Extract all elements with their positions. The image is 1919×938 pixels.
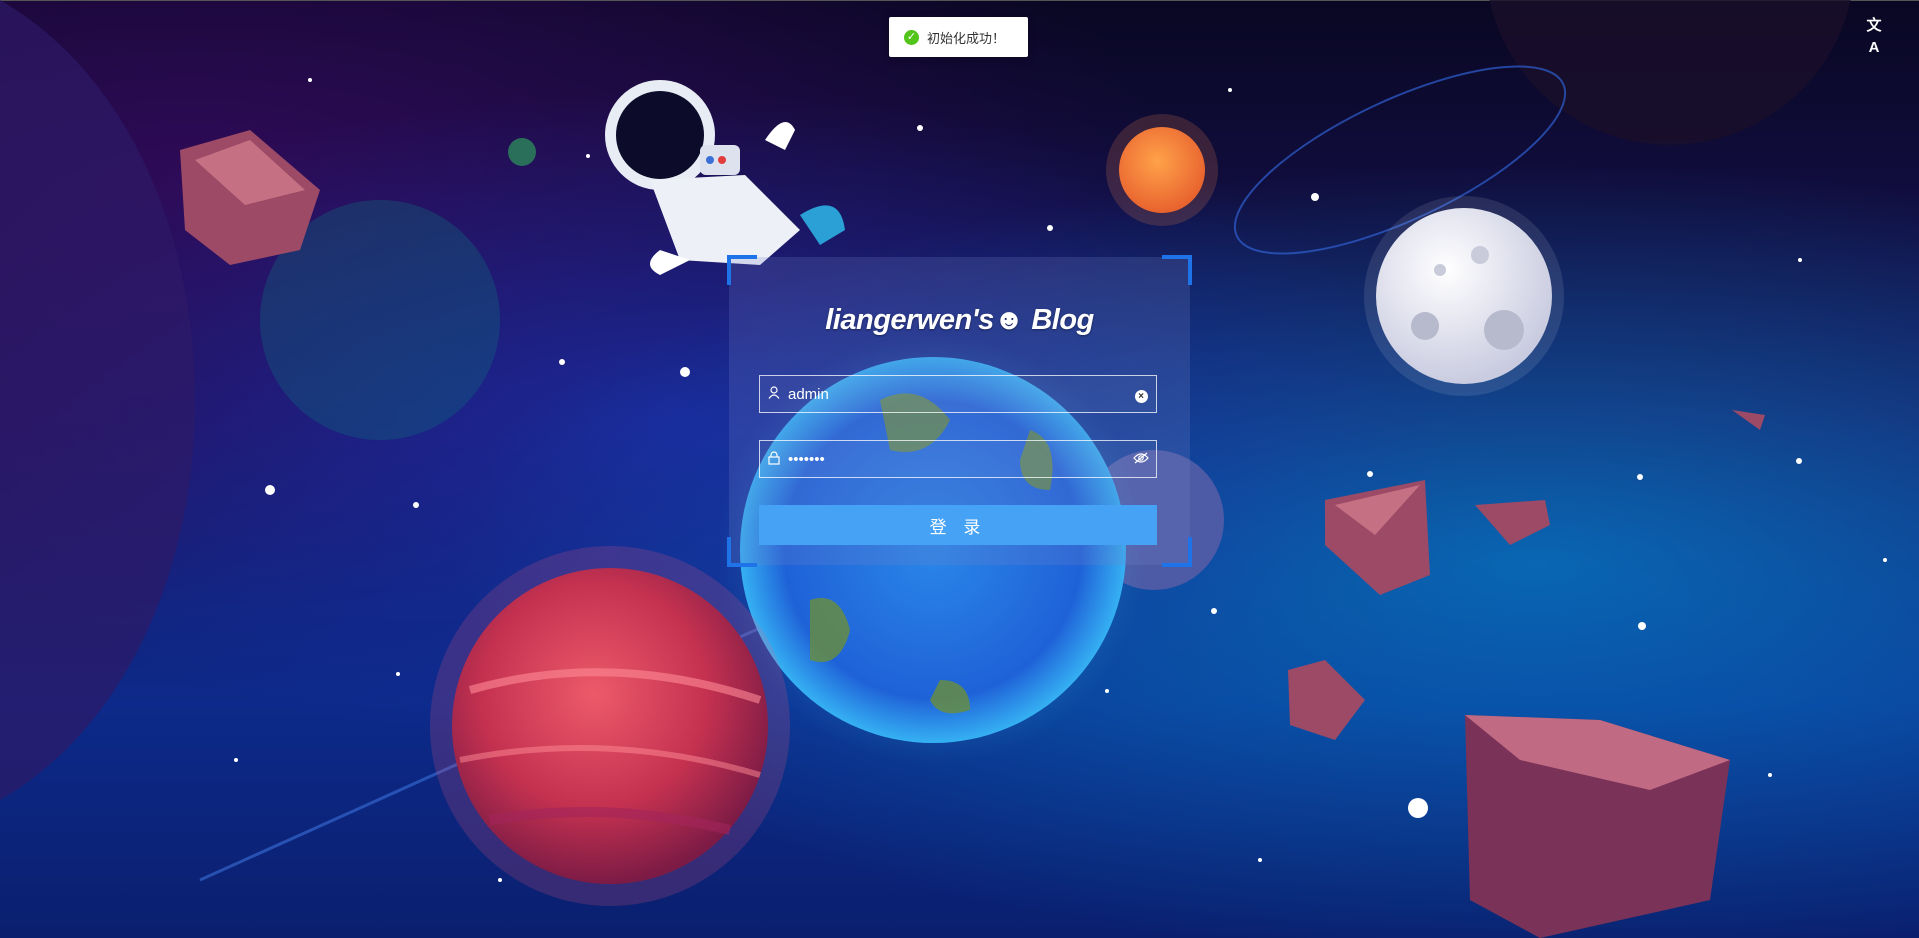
login-button[interactable]: 登 录 <box>759 505 1157 545</box>
translate-icon[interactable]: 文A <box>1863 15 1885 56</box>
success-toast: ✓ 初始化成功！ <box>889 17 1028 57</box>
password-field[interactable] <box>759 440 1157 478</box>
eye-off-icon[interactable] <box>1126 451 1156 467</box>
password-input[interactable] <box>788 441 1126 477</box>
card-corner-top-left <box>727 255 757 285</box>
lock-icon <box>760 450 788 468</box>
username-field[interactable]: × <box>759 375 1157 413</box>
card-corner-bottom-right <box>1162 537 1192 567</box>
card-corner-bottom-left <box>727 537 757 567</box>
clear-icon[interactable]: × <box>1126 386 1156 403</box>
toast-message: 初始化成功！ <box>927 30 1006 46</box>
card-corner-top-right <box>1162 255 1192 285</box>
check-circle-icon: ✓ <box>904 29 919 45</box>
username-input[interactable] <box>788 376 1126 412</box>
login-card: liangerwen's☻ Blog × 登 录 <box>727 255 1192 567</box>
brand-title: liangerwen's☻ Blog <box>825 304 1094 336</box>
user-icon <box>760 386 788 402</box>
